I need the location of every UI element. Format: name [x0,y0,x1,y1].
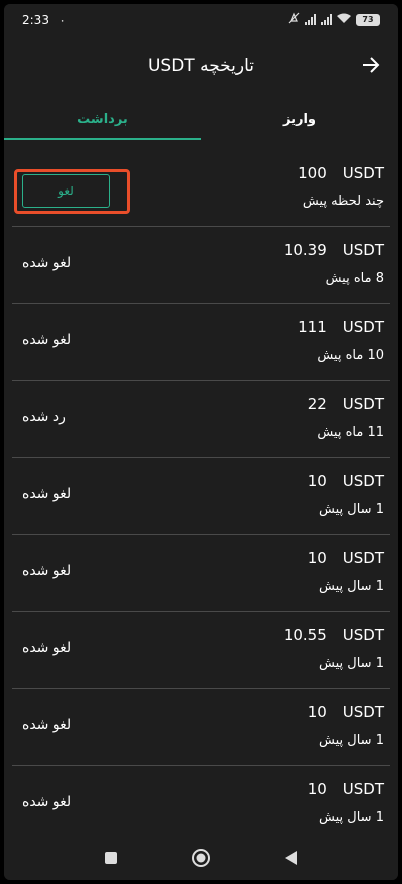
page-title: تاریخچه USDT [147,56,255,76]
nav-back-button[interactable] [281,848,301,868]
list-item: 22 USDT 11 ماه پیش رد شده [12,381,390,458]
amount: 10 USDT [308,549,384,567]
recents-button[interactable] [101,848,121,868]
back-triangle-icon [285,851,297,865]
amount: 10 USDT [308,472,384,490]
status-text: لغو شده [22,563,72,579]
time-ago: 1 سال پیش [319,810,384,825]
list-item: 111 USDT 10 ماه پیش لغو شده [12,304,390,381]
time-ago: 11 ماه پیش [317,425,384,440]
tab-bar: واریز برداشت [4,96,398,142]
status-text: لغو شده [22,486,72,502]
amount-currency: USDT [342,472,384,490]
list-item: 10 USDT 1 سال پیش لغو شده [12,689,390,766]
list-item: 100 USDT چند لحظه پیش لغو [12,150,390,227]
cancel-button[interactable]: لغو [22,174,110,208]
amount: 111 USDT [298,318,384,336]
status-text: لغو شده [22,717,72,733]
time-ago: 10 ماه پیش [317,348,384,363]
status-text: لغو شده [22,332,72,348]
signal-icon-1 [305,14,316,25]
amount-value: 10 [307,549,327,567]
back-button[interactable] [358,52,384,78]
amount-currency: USDT [342,780,384,798]
time-ago: 8 ماه پیش [325,271,384,286]
list-item: 10.55 USDT 1 سال پیش لغو شده [12,612,390,689]
amount: 10 USDT [308,703,384,721]
app-screen: 2:33 ⸱ 73 تاریخچه USDT واریز برداشت 100 … [4,4,398,880]
mute-icon [288,12,300,27]
list-item: 10 USDT 1 سال پیش لغو شده [12,535,390,612]
status-bar: 2:33 ⸱ 73 [4,4,398,36]
list-item: 10 USDT 1 سال پیش لغو شده [12,766,390,836]
amount-value: 10 [307,780,327,798]
time-ago: چند لحظه پیش [302,194,384,209]
status-text: لغو شده [22,794,72,810]
time-ago: 1 سال پیش [319,733,384,748]
amount-value: 10 [307,472,327,490]
amount-value: 10.39 [283,241,327,259]
status-icons: 73 [288,12,380,27]
amount-currency: USDT [342,626,384,644]
wifi-icon [337,13,351,27]
amount-currency: USDT [342,703,384,721]
amount-currency: USDT [342,164,384,182]
amount-currency: USDT [342,318,384,336]
app-header: تاریخچه USDT [4,36,398,96]
system-nav-bar [4,836,398,880]
tab-deposit[interactable]: واریز [201,96,398,142]
tab-withdraw[interactable]: برداشت [4,96,201,142]
time-ago: 1 سال پیش [319,579,384,594]
amount-value: 10.55 [283,626,327,644]
status-text: رد شده [22,409,66,425]
amount-currency: USDT [342,549,384,567]
status-text: لغو شده [22,640,72,656]
list-item: 10.39 USDT 8 ماه پیش لغو شده [12,227,390,304]
home-circle-icon [192,849,210,867]
amount-value: 100 [298,164,327,182]
home-button[interactable] [191,848,211,868]
amount-value: 22 [307,395,327,413]
amount-value: 111 [298,318,327,336]
time-ago: 1 سال پیش [319,502,384,517]
list-item: 10 USDT 1 سال پیش لغو شده [12,458,390,535]
status-time: 2:33 [22,13,49,27]
amount: 10.39 USDT [284,241,384,259]
time-ago: 1 سال پیش [319,656,384,671]
amount: 10.55 USDT [284,626,384,644]
vibrate-icon: ⸱ [61,14,65,28]
arrow-right-icon [363,57,380,73]
amount-currency: USDT [342,241,384,259]
amount-value: 10 [307,703,327,721]
amount: 22 USDT [308,395,384,413]
battery-icon: 73 [356,13,380,26]
signal-icon-2 [321,14,332,25]
recents-square-icon [105,852,117,864]
amount-currency: USDT [342,395,384,413]
status-text: لغو شده [22,255,72,271]
amount: 10 USDT [308,780,384,798]
amount: 100 USDT [298,164,384,182]
transaction-list[interactable]: 100 USDT چند لحظه پیش لغو 10.39 USDT 8 م… [4,150,398,836]
